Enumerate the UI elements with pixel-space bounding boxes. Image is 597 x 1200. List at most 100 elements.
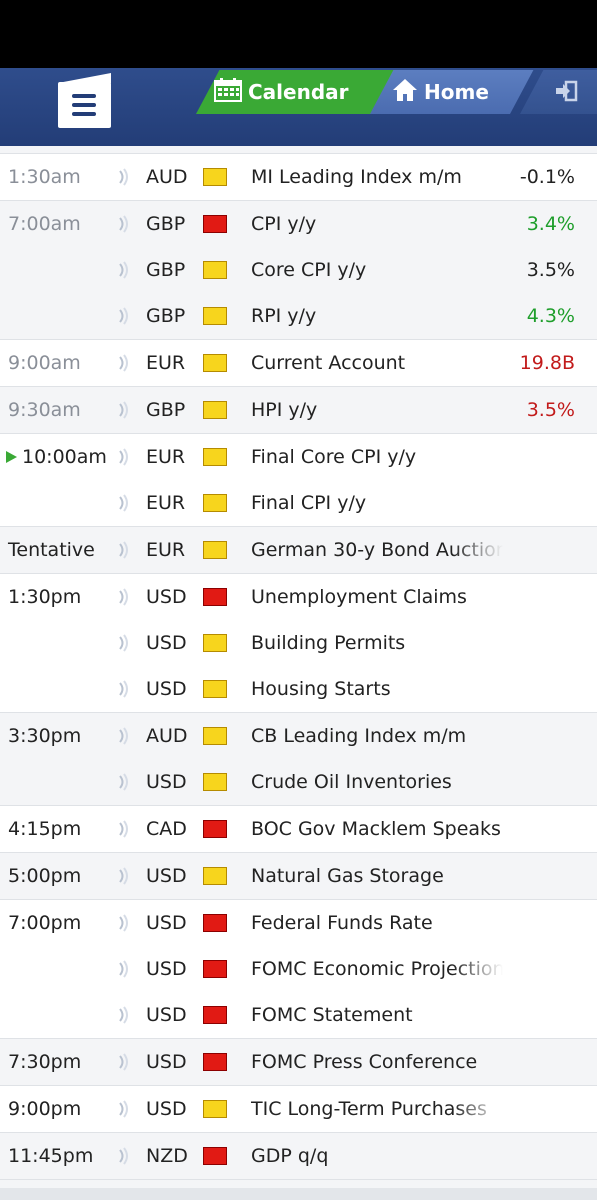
sound-alert-icon[interactable]: [117, 354, 131, 376]
sound-alert-icon[interactable]: [117, 1147, 131, 1169]
event-row[interactable]: GBP RPI y/y 4.3%: [0, 293, 597, 340]
sound-alert-icon[interactable]: [117, 867, 131, 889]
event-name[interactable]: Final CPI y/y: [251, 480, 503, 526]
sound-alert-icon[interactable]: [117, 773, 131, 795]
event-name[interactable]: Federal Funds Rate: [251, 900, 503, 946]
event-row[interactable]: 9:30am GBP HPI y/y 3.5%: [0, 387, 597, 434]
event-name[interactable]: FOMC Statement: [251, 992, 503, 1038]
event-row[interactable]: GBP Core CPI y/y 3.5%: [0, 247, 597, 293]
high-impact-icon[interactable]: [203, 1053, 227, 1071]
high-impact-icon[interactable]: [203, 1006, 227, 1024]
high-impact-icon[interactable]: [203, 588, 227, 606]
event-time: 5:00pm: [8, 865, 82, 887]
high-impact-icon[interactable]: [203, 820, 227, 838]
medium-impact-icon[interactable]: [203, 401, 227, 419]
exit-button[interactable]: [554, 80, 578, 106]
event-name[interactable]: Building Permits: [251, 620, 503, 666]
sound-alert-icon[interactable]: [117, 261, 131, 283]
event-row[interactable]: 1:30pm USD Unemployment Claims: [0, 574, 597, 620]
high-impact-icon[interactable]: [203, 960, 227, 978]
event-row[interactable]: 9:00am EUR Current Account 19.8B: [0, 340, 597, 387]
sound-alert-icon[interactable]: [117, 727, 131, 749]
event-name[interactable]: CB Leading Index m/m: [251, 713, 503, 759]
event-name[interactable]: MI Leading Index m/m: [251, 154, 503, 200]
sound-alert-icon[interactable]: [117, 914, 131, 936]
event-row[interactable]: 7:00pm USD Federal Funds Rate: [0, 900, 597, 946]
sound-alert-icon[interactable]: [117, 680, 131, 702]
medium-impact-icon[interactable]: [203, 307, 227, 325]
event-row[interactable]: 9:00pm USD TIC Long-Term Purchases: [0, 1086, 597, 1133]
event-row[interactable]: 7:00am GBP CPI y/y 3.4%: [0, 201, 597, 247]
sound-alert-icon[interactable]: [117, 588, 131, 610]
event-name[interactable]: BOC Gov Macklem Speaks: [251, 806, 503, 852]
event-name[interactable]: FOMC Economic Projections: [251, 946, 503, 992]
event-row[interactable]: 5:00pm USD Natural Gas Storage: [0, 853, 597, 900]
event-row[interactable]: USD Crude Oil Inventories: [0, 759, 597, 806]
medium-impact-icon[interactable]: [203, 773, 227, 791]
event-name[interactable]: RPI y/y: [251, 293, 503, 339]
event-currency: CAD: [146, 818, 187, 840]
sound-alert-icon[interactable]: [117, 820, 131, 842]
sound-alert-icon[interactable]: [117, 215, 131, 237]
sound-alert-icon[interactable]: [117, 168, 131, 190]
event-name[interactable]: Current Account: [251, 340, 503, 386]
tab-calendar[interactable]: Calendar: [214, 70, 349, 114]
event-currency: USD: [146, 586, 187, 608]
sound-alert-icon[interactable]: [117, 401, 131, 423]
event-actual-value: 3.5%: [526, 399, 575, 421]
event-name[interactable]: GDP q/q: [251, 1133, 503, 1179]
event-currency: GBP: [146, 213, 186, 235]
event-row[interactable]: 3:30pm AUD CB Leading Index m/m: [0, 713, 597, 759]
medium-impact-icon[interactable]: [203, 634, 227, 652]
event-row[interactable]: 1:30am AUD MI Leading Index m/m -0.1%: [0, 154, 597, 201]
sound-alert-icon[interactable]: [117, 634, 131, 656]
sound-alert-icon[interactable]: [117, 1006, 131, 1028]
event-row[interactable]: 10:00am EUR Final Core CPI y/y: [0, 434, 597, 480]
medium-impact-icon[interactable]: [203, 680, 227, 698]
event-row[interactable]: USD FOMC Economic Projections: [0, 946, 597, 992]
event-name[interactable]: TIC Long-Term Purchases: [251, 1086, 503, 1132]
event-name[interactable]: German 30-y Bond Auction: [251, 527, 503, 573]
high-impact-icon[interactable]: [203, 914, 227, 932]
high-impact-icon[interactable]: [203, 1147, 227, 1165]
event-row[interactable]: USD Building Permits: [0, 620, 597, 666]
sound-alert-icon[interactable]: [117, 494, 131, 516]
sound-alert-icon[interactable]: [117, 541, 131, 563]
menu-button[interactable]: [58, 73, 111, 128]
event-name[interactable]: Final Core CPI y/y: [251, 434, 503, 480]
event-row[interactable]: 11:45pm NZD GDP q/q: [0, 1133, 597, 1180]
event-name[interactable]: HPI y/y: [251, 387, 503, 433]
event-row[interactable]: Tentative EUR German 30-y Bond Auction: [0, 527, 597, 574]
event-row[interactable]: EUR Final CPI y/y: [0, 480, 597, 527]
medium-impact-icon[interactable]: [203, 354, 227, 372]
event-row[interactable]: USD Housing Starts: [0, 666, 597, 713]
sound-alert-icon[interactable]: [117, 1053, 131, 1075]
medium-impact-icon[interactable]: [203, 541, 227, 559]
event-name[interactable]: Housing Starts: [251, 666, 503, 712]
sound-alert-icon[interactable]: [117, 448, 131, 470]
sound-alert-icon[interactable]: [117, 1100, 131, 1122]
sound-alert-icon[interactable]: [117, 307, 131, 329]
high-impact-icon[interactable]: [203, 215, 227, 233]
event-name[interactable]: Crude Oil Inventories: [251, 759, 503, 805]
event-time: 3:30pm: [8, 725, 82, 747]
tab-home[interactable]: Home: [392, 70, 489, 114]
sound-alert-icon[interactable]: [117, 960, 131, 982]
event-row[interactable]: USD FOMC Statement: [0, 992, 597, 1039]
event-row[interactable]: 4:15pm CAD BOC Gov Macklem Speaks: [0, 806, 597, 853]
medium-impact-icon[interactable]: [203, 448, 227, 466]
event-time: 9:00pm: [8, 1098, 82, 1120]
event-name[interactable]: CPI y/y: [251, 201, 503, 247]
medium-impact-icon[interactable]: [203, 867, 227, 885]
medium-impact-icon[interactable]: [203, 727, 227, 745]
medium-impact-icon[interactable]: [203, 168, 227, 186]
medium-impact-icon[interactable]: [203, 261, 227, 279]
medium-impact-icon[interactable]: [203, 1100, 227, 1118]
event-name[interactable]: FOMC Press Conference: [251, 1039, 503, 1085]
event-name[interactable]: Unemployment Claims: [251, 574, 503, 620]
event-name[interactable]: Core CPI y/y: [251, 247, 503, 293]
calendar-event-list[interactable]: Trade Balance-0.31T1:30amAUDMI Leading I…: [0, 104, 597, 1180]
medium-impact-icon[interactable]: [203, 494, 227, 512]
event-row[interactable]: 7:30pm USD FOMC Press Conference: [0, 1039, 597, 1086]
event-name[interactable]: Natural Gas Storage: [251, 853, 503, 899]
